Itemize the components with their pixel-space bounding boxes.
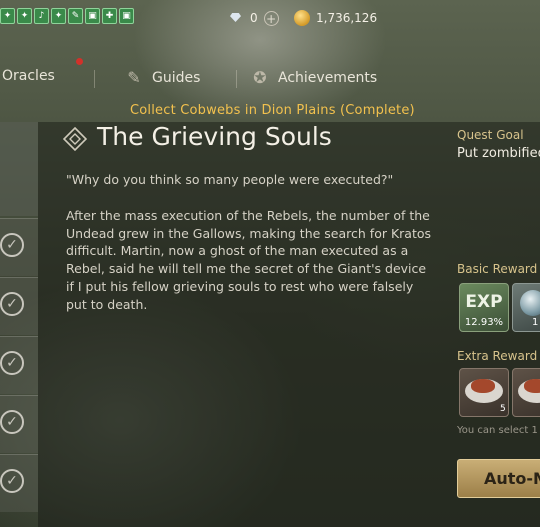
quest-list-item[interactable]: ✓	[0, 395, 38, 453]
exp-reward[interactable]: EXP 12.93%	[459, 283, 509, 332]
gold-count: 1,736,126	[316, 11, 378, 25]
gem-count: 0	[250, 11, 258, 25]
tab-achievements[interactable]: ✪ Achievements	[250, 68, 377, 88]
extra-reward-label: Extra Reward	[457, 349, 538, 363]
tab-guides[interactable]: ✎ Guides	[124, 68, 200, 88]
extra-reward-item[interactable]: 5	[459, 368, 509, 417]
buff-icon: ✚	[102, 8, 117, 24]
tab-achievements-label: Achievements	[278, 70, 378, 86]
tab-oracles[interactable]: Oracles	[2, 68, 55, 84]
extra-reward-item[interactable]	[512, 368, 540, 417]
buff-icons-bar: ✦ ✦ ♪ ✦ ✎ ▣ ✚ ▣	[0, 8, 134, 24]
buff-icon: ▣	[85, 8, 100, 24]
completed-check-icon: ✓	[0, 469, 24, 493]
extra-reward-count: 5	[500, 404, 506, 414]
buff-icon: ✎	[68, 8, 83, 24]
achievement-medal-icon: ✪	[253, 68, 267, 87]
buff-icon: ♪	[34, 8, 49, 24]
quest-goal-text: Put zombified	[457, 146, 540, 161]
tab-divider	[94, 70, 95, 88]
gold-coin-icon	[294, 10, 310, 26]
orb-item-icon	[520, 290, 540, 316]
completed-check-icon: ✓	[0, 233, 24, 257]
quest-list: ✓ ✓ ✓ ✓ ✓	[0, 122, 38, 527]
quest-description: After the mass execution of the Rebels, …	[66, 208, 432, 312]
journal-nav: Oracles ✎ Guides ✪ Achievements	[0, 58, 540, 92]
auto-move-label: Auto-M	[484, 469, 540, 488]
tab-divider	[236, 70, 237, 88]
quest-title: The Grieving Souls	[97, 122, 332, 151]
auto-move-button[interactable]: Auto-M	[457, 459, 540, 498]
quest-list-item[interactable]: ✓	[0, 218, 38, 276]
quest-goal-label: Quest Goal	[457, 128, 524, 142]
buff-icon: ✦	[51, 8, 66, 24]
completed-check-icon: ✓	[0, 292, 24, 316]
exp-reward-value: 12.93%	[464, 317, 504, 328]
basic-reward-label: Basic Reward	[457, 262, 538, 276]
add-gems-button[interactable]: +	[263, 10, 279, 26]
completed-check-icon: ✓	[0, 410, 24, 434]
quest-quote: "Why do you think so many people were ex…	[66, 172, 394, 187]
quest-diamond-icon	[63, 127, 87, 151]
steak-icon	[524, 379, 540, 393]
buff-icon: ✦	[17, 8, 32, 24]
buff-icon: ▣	[119, 8, 134, 24]
buff-icon: ✦	[0, 8, 15, 24]
quest-list-item[interactable]: ✓	[0, 454, 38, 512]
diamond-icon	[228, 10, 244, 26]
quest-list-item[interactable]: ✓	[0, 336, 38, 394]
exp-icon: EXP	[465, 292, 503, 312]
tab-guides-label: Guides	[152, 70, 201, 86]
steak-icon	[471, 379, 495, 393]
notification-dot	[76, 58, 83, 65]
gem-currency: 0 +	[228, 10, 279, 26]
quest-list-item-selected[interactable]	[0, 122, 38, 216]
extra-reward-hint: You can select 1	[457, 425, 538, 436]
reward-item-count: 1	[532, 317, 539, 328]
completed-check-icon: ✓	[0, 351, 24, 375]
tab-oracles-label: Oracles	[2, 68, 55, 84]
quest-complete-banner: Collect Cobwebs in Dion Plains (Complete…	[130, 103, 415, 118]
gold-currency: 1,736,126	[294, 10, 377, 26]
quest-list-item[interactable]: ✓	[0, 277, 38, 335]
guide-feather-icon: ✎	[127, 68, 141, 87]
reward-item[interactable]: 1	[512, 283, 540, 332]
